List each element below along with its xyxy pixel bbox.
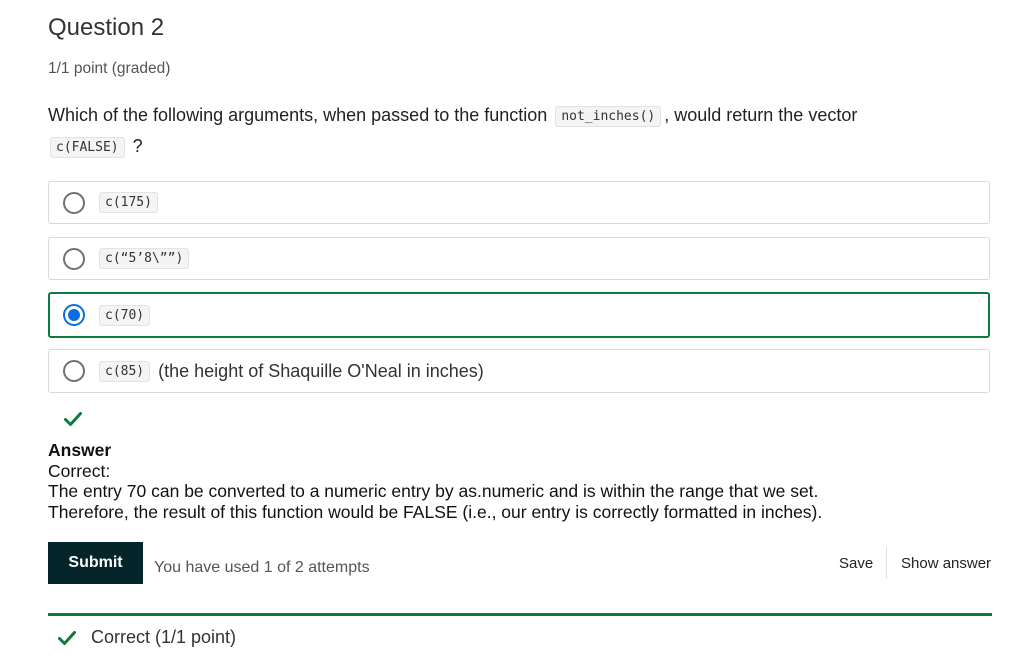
prompt-text-end: ? bbox=[132, 136, 143, 156]
choice-option-4[interactable]: c(85) (the height of Shaquille O'Neal in… bbox=[48, 349, 990, 393]
answer-explanation: Answer Correct: The entry 70 can be conv… bbox=[48, 440, 822, 522]
choice-option-1[interactable]: c(175) bbox=[48, 181, 990, 224]
choice-option-2[interactable]: c(“5’8\””) bbox=[48, 237, 990, 280]
prompt-code-function: not_inches() bbox=[555, 106, 662, 127]
choice-code: c(“5’8\””) bbox=[99, 248, 190, 269]
submit-button[interactable]: Submit bbox=[48, 542, 143, 584]
radio-button-selected[interactable] bbox=[63, 304, 85, 326]
attempts-counter: You have used 1 of 2 attempts bbox=[154, 559, 370, 576]
choice-code: c(175) bbox=[99, 192, 158, 213]
result-status-text: Correct (1/1 point) bbox=[91, 627, 237, 647]
choice-code: c(85) bbox=[99, 360, 151, 382]
radio-button[interactable] bbox=[63, 191, 85, 214]
prompt-text-middle: , would return the vector bbox=[664, 105, 858, 125]
question-prompt: Which of the following arguments, when p… bbox=[48, 101, 992, 163]
show-answer-button[interactable]: Show answer bbox=[901, 555, 991, 572]
save-button[interactable]: Save bbox=[839, 555, 873, 572]
question-points: 1/1 point (graded) bbox=[48, 60, 171, 77]
radio-button[interactable] bbox=[63, 247, 85, 270]
choice-code: c(70) bbox=[99, 304, 151, 326]
answer-line-2: Therefore, the result of this function w… bbox=[48, 501, 823, 522]
radio-button[interactable] bbox=[63, 360, 85, 382]
checkmark-icon bbox=[64, 412, 82, 426]
prompt-text-start: Which of the following arguments, when p… bbox=[48, 105, 548, 125]
choice-option-3[interactable]: c(70) bbox=[48, 292, 990, 338]
question-title: Question 2 bbox=[48, 14, 165, 41]
answer-heading: Answer bbox=[48, 440, 112, 460]
action-divider bbox=[886, 547, 887, 579]
checkmark-icon bbox=[58, 631, 76, 645]
result-divider bbox=[48, 613, 992, 616]
answer-status: Correct: bbox=[48, 460, 111, 481]
choice-description: (the height of Shaquille O'Neal in inche… bbox=[158, 360, 484, 381]
prompt-code-vector: c(FALSE) bbox=[50, 137, 125, 158]
answer-line-1: The entry 70 can be converted to a numer… bbox=[48, 481, 819, 501]
